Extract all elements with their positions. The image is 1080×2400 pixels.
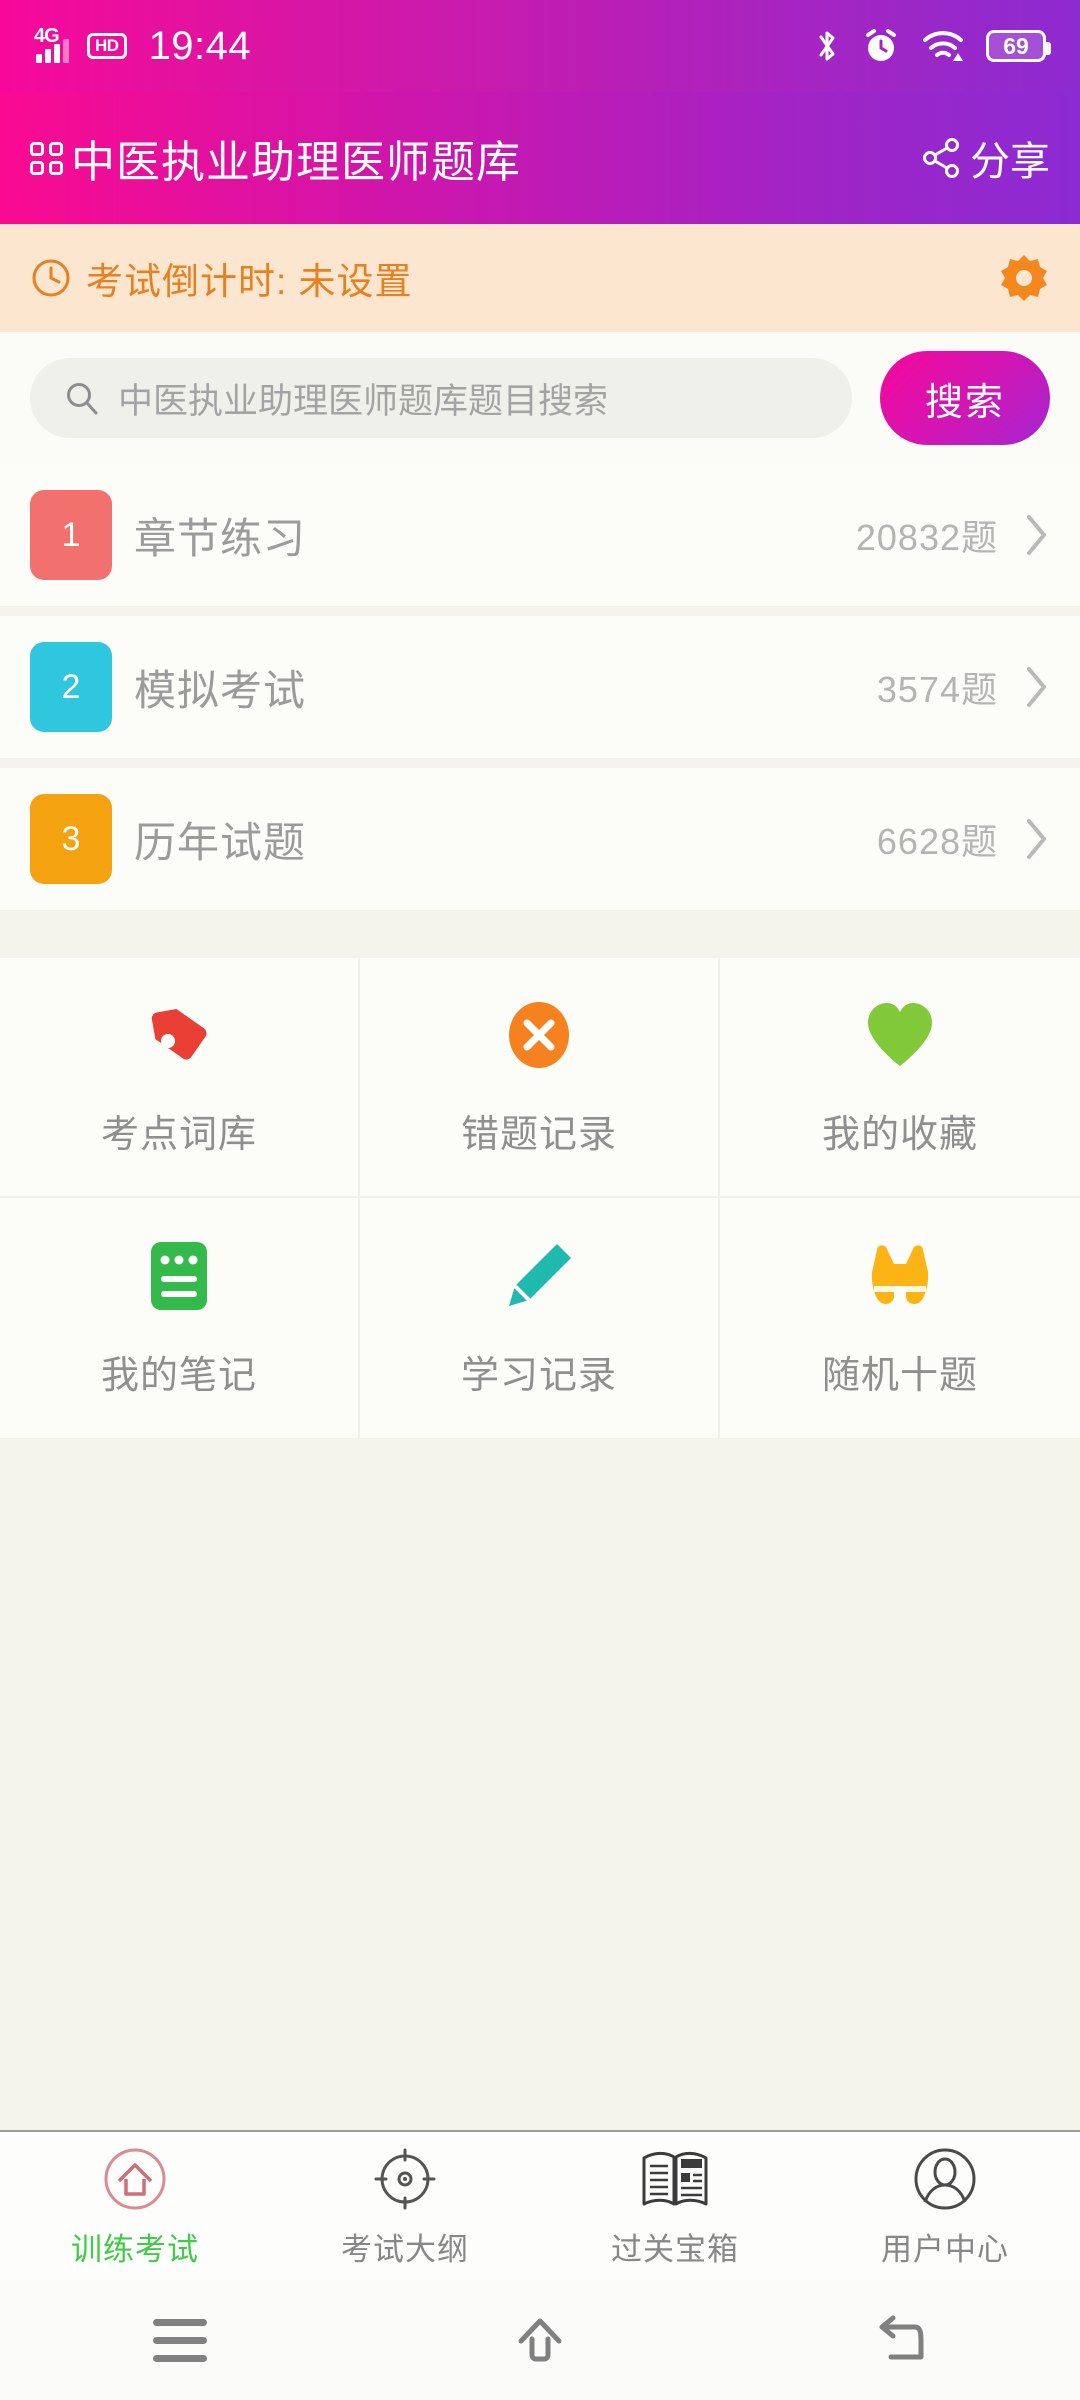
alarm-icon — [866, 29, 896, 61]
chevron-right-icon — [1027, 819, 1046, 859]
grid-logo-icon — [30, 141, 63, 175]
share-icon — [923, 138, 959, 178]
grid-item-my-notes[interactable]: 我的笔记 — [0, 1198, 360, 1438]
grid-item-label: 我的收藏 — [821, 1113, 978, 1156]
note-icon — [145, 1238, 213, 1314]
hd-icon: HD — [87, 33, 127, 59]
wifi-icon — [923, 31, 963, 61]
signal-icon: 4G — [34, 25, 69, 63]
target-icon — [372, 2144, 438, 2214]
shortcut-grid: 考点词库 错题记录 我的收藏 我的笔记 学习记录 随机十题 — [0, 958, 1080, 1438]
nav-item-exam-outline[interactable]: 考试大纲 — [270, 2144, 540, 2269]
status-bar: 4G HD 19:44 69 — [0, 0, 1080, 92]
home-circle-icon — [102, 2144, 168, 2214]
row-number-badge: 1 — [30, 490, 112, 580]
row-count: 20832题 — [855, 517, 998, 558]
list-item[interactable]: 1 章节练习 20832题 — [0, 464, 1080, 606]
nav-item-treasure-box[interactable]: 过关宝箱 — [540, 2144, 810, 2269]
share-label: 分享 — [970, 140, 1050, 184]
nav-item-user-center[interactable]: 用户中心 — [810, 2144, 1080, 2269]
battery-percent-label: 69 — [1003, 32, 1029, 59]
page-title: 中医执业助理医师题库 — [71, 138, 521, 187]
grid-item-keypoint-dictionary[interactable]: 考点词库 — [0, 958, 360, 1198]
row-number-badge: 2 — [30, 642, 112, 732]
status-bar-time: 19:44 — [148, 23, 252, 68]
search-placeholder: 中医执业助理医师题库题目搜索 — [118, 381, 609, 421]
nav-label: 过关宝箱 — [611, 2231, 739, 2267]
nav-label: 训练考试 — [71, 2231, 199, 2267]
binoculars-icon — [861, 1238, 939, 1314]
content-spacer — [0, 1438, 1080, 2130]
bottom-navigation: 训练考试 考试大纲 过关宝箱 用户中心 — [0, 2130, 1080, 2280]
grid-item-label: 随机十题 — [821, 1354, 978, 1397]
countdown-bar[interactable]: 考试倒计时: 未设置 — [0, 224, 1080, 332]
search-section: 中医执业助理医师题库题目搜索 搜索 — [0, 332, 1080, 464]
category-list: 1 章节练习 20832题 2 模拟考试 3574题 3 历年试题 6628题 — [0, 464, 1080, 920]
newspaper-icon — [640, 2144, 710, 2214]
grid-item-study-record[interactable]: 学习记录 — [360, 1198, 720, 1438]
chevron-right-icon — [1027, 515, 1046, 555]
heart-icon — [863, 997, 937, 1073]
status-bar-right: 69 — [814, 27, 1051, 65]
grid-item-random-ten[interactable]: 随机十题 — [720, 1198, 1080, 1438]
grid-item-wrong-answers[interactable]: 错题记录 — [360, 958, 720, 1198]
bluetooth-icon — [819, 31, 835, 61]
row-label: 模拟考试 — [134, 666, 307, 714]
nav-label: 用户中心 — [881, 2231, 1009, 2267]
share-button[interactable]: 分享 — [922, 129, 1050, 187]
nav-item-training-exam[interactable]: 训练考试 — [0, 2144, 270, 2269]
grid-item-label: 考点词库 — [100, 1113, 257, 1156]
row-count: 3574题 — [876, 669, 998, 710]
list-item[interactable]: 2 模拟考试 3574题 — [0, 616, 1080, 758]
search-button[interactable]: 搜索 — [880, 351, 1050, 445]
tag-icon — [141, 997, 217, 1073]
row-label: 历年试题 — [134, 818, 307, 866]
battery-icon: 69 — [986, 30, 1051, 62]
network-type-label: 4G — [34, 25, 60, 47]
row-number-badge: 3 — [30, 794, 112, 884]
gear-icon[interactable] — [998, 252, 1050, 304]
menu-icon[interactable] — [120, 2295, 240, 2385]
row-count: 6628题 — [876, 821, 998, 862]
nav-label: 考试大纲 — [341, 2231, 469, 2267]
countdown-text: 考试倒计时: 未设置 — [86, 261, 413, 302]
user-circle-icon — [912, 2144, 978, 2214]
chevron-right-icon — [1027, 667, 1046, 707]
grid-item-label: 我的笔记 — [100, 1354, 257, 1397]
status-bar-left: 4G HD 19:44 — [34, 24, 251, 69]
back-icon[interactable] — [840, 2295, 960, 2385]
search-input[interactable]: 中医执业助理医师题库题目搜索 — [30, 358, 852, 438]
grid-item-favorites[interactable]: 我的收藏 — [720, 958, 1080, 1198]
app-header: 中医执业助理医师题库 分享 — [0, 92, 1080, 224]
grid-item-label: 错题记录 — [460, 1113, 617, 1156]
search-icon — [67, 383, 98, 415]
grid-item-label: 学习记录 — [460, 1354, 617, 1397]
error-circle-icon — [502, 997, 576, 1073]
pencil-icon — [501, 1238, 577, 1314]
shortcut-grid-section: 考点词库 错题记录 我的收藏 我的笔记 学习记录 随机十题 — [0, 958, 1080, 1438]
system-navigation-bar — [0, 2280, 1080, 2400]
app-root: 4G HD 19:44 69 中医执业助理医师题库 分享 考试倒计时: 未设置 … — [0, 0, 1080, 2400]
row-label: 章节练习 — [134, 514, 307, 562]
clock-icon — [32, 259, 70, 297]
list-item[interactable]: 3 历年试题 6628题 — [0, 768, 1080, 910]
home-icon[interactable] — [480, 2295, 600, 2385]
